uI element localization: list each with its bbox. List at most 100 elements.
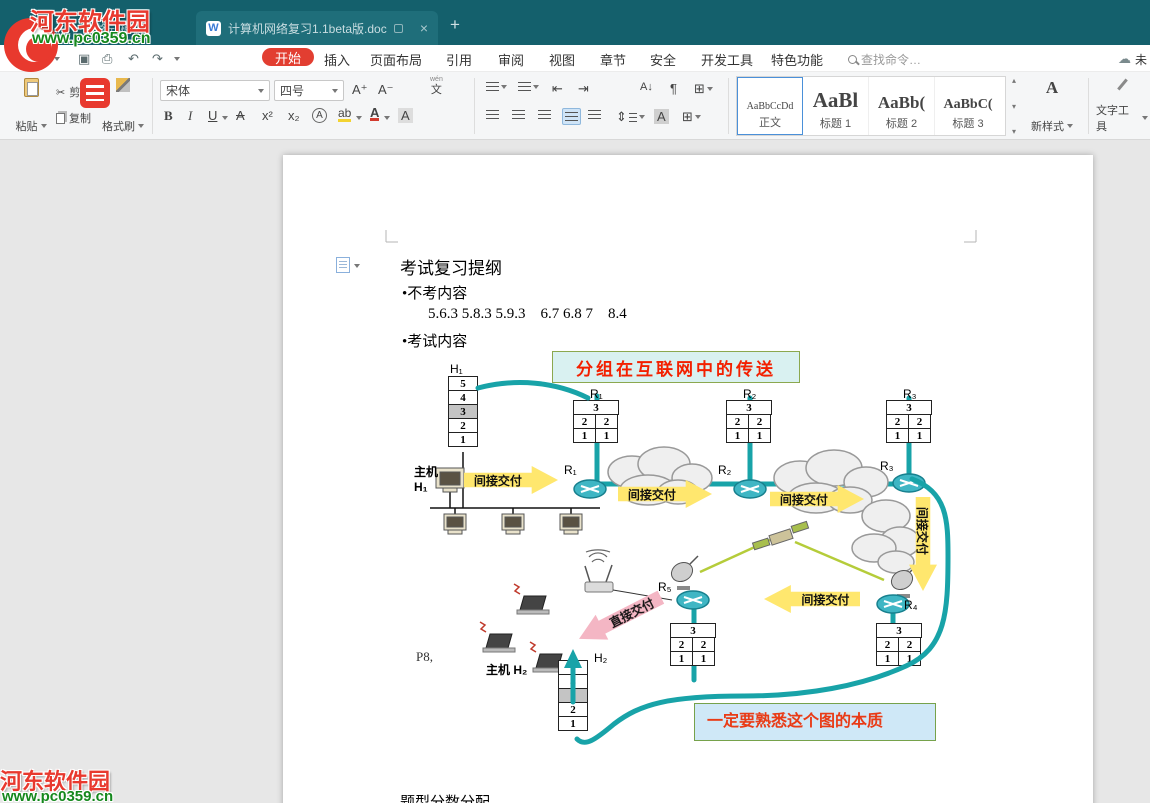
distribute-button[interactable] xyxy=(588,110,601,119)
style-normal[interactable]: AaBbCcDd 正文 xyxy=(737,77,803,135)
chevron-down-icon[interactable] xyxy=(384,116,390,120)
menu-section[interactable]: 章节 xyxy=(600,50,626,68)
numbered-list-button[interactable] xyxy=(518,82,539,91)
justify-icon xyxy=(565,112,578,121)
show-marks-button[interactable]: ¶ xyxy=(670,81,677,96)
cloud-sync-icon: ☁ xyxy=(1118,51,1131,67)
character-shading-button[interactable]: A xyxy=(398,108,413,123)
menu-security[interactable]: 安全 xyxy=(650,50,676,68)
sort-button[interactable]: A↓ xyxy=(640,81,653,93)
file-menu[interactable]: 文件 xyxy=(24,50,60,68)
enclosed-character-button[interactable]: A xyxy=(312,108,327,123)
chevron-down-icon xyxy=(138,124,144,128)
distribute-icon xyxy=(588,110,601,119)
font-color-button[interactable]: A xyxy=(370,107,379,121)
redo-icon[interactable]: ↷ xyxy=(152,51,163,67)
shrink-font-button[interactable]: A⁻ xyxy=(378,82,394,98)
label-h1: H₁ xyxy=(450,362,463,376)
tab-stops-button[interactable]: ⊞ xyxy=(694,81,713,97)
bullet-list-button[interactable] xyxy=(486,82,507,91)
style-heading3[interactable]: AaBbC( 标题 3 xyxy=(935,77,1001,135)
print-icon[interactable]: ⎙ xyxy=(102,51,112,67)
sync-status[interactable]: ☁ 未 xyxy=(1118,50,1147,68)
decrease-indent-button[interactable]: ⇤ xyxy=(552,81,563,97)
pinyin-guide-button[interactable]: wén 文 xyxy=(430,76,443,96)
copy-button[interactable]: 复制 xyxy=(56,110,91,126)
tab-document[interactable]: W 计算机网络复习1.1beta版.doc × xyxy=(196,11,438,45)
router4-stack: 3 22 11 xyxy=(877,624,923,666)
font-name-select[interactable]: 宋体 xyxy=(160,80,270,101)
paste-button[interactable]: 粘贴 xyxy=(10,78,52,134)
italic-button[interactable]: I xyxy=(188,108,192,124)
style-preview: AaBl xyxy=(813,88,859,113)
align-right-button[interactable] xyxy=(538,110,551,119)
label-h2: H₂ xyxy=(594,651,607,665)
bold-button[interactable]: B xyxy=(164,108,173,124)
menu-special-features[interactable]: 特色功能 xyxy=(771,50,823,68)
doc-exclude-line[interactable]: 5.6.3 5.8.3 5.9.3 6.7 6.8 7 8.4 xyxy=(428,306,627,323)
stack-cell: 1 xyxy=(573,428,596,443)
new-style-button[interactable]: A 新样式 xyxy=(1026,78,1078,134)
chevron-down-icon[interactable] xyxy=(356,116,362,120)
chevron-down-icon[interactable] xyxy=(354,264,360,268)
style-preview: AaBbCcDd xyxy=(747,101,794,112)
doc-bullet-line[interactable]: •考试内容 xyxy=(402,330,467,351)
doc-bullet-line[interactable]: •不考内容 xyxy=(402,282,467,303)
scroll-up-icon[interactable]: ▴ xyxy=(1012,76,1016,85)
host2-protocol-stack: 5 4 3 2 1 xyxy=(558,661,588,731)
strikethrough-button[interactable]: A xyxy=(236,108,245,123)
justify-button[interactable] xyxy=(562,108,581,125)
superscript-button[interactable]: x² xyxy=(262,108,273,123)
doc-heading[interactable]: 考试复习提纲 xyxy=(400,254,502,279)
scissors-icon: ✂ xyxy=(56,86,65,99)
find-command[interactable]: 查找命令… xyxy=(848,50,921,68)
style-heading2[interactable]: AaBb( 标题 2 xyxy=(869,77,935,135)
ribbon-toolbar: 粘贴 ✂ 剪切 复制 格式刷 宋体 四号 A⁺ A⁻ wén 文 B I U A… xyxy=(0,72,1150,140)
label-router3: R₃ xyxy=(880,459,894,473)
format-painter-button[interactable]: 格式刷 xyxy=(100,78,146,134)
chevron-down-icon[interactable] xyxy=(174,57,180,61)
tab-close-icon[interactable]: × xyxy=(420,20,428,36)
line-spacing-button[interactable]: ⇕ xyxy=(616,109,645,125)
menu-security-label: 安全 xyxy=(650,50,676,69)
align-left-button[interactable] xyxy=(486,110,499,119)
scroll-down-icon[interactable]: ▾ xyxy=(1012,102,1016,111)
sync-status-label: 未 xyxy=(1135,51,1147,68)
subscript-button[interactable]: x₂ xyxy=(288,108,300,123)
style-heading1[interactable]: AaBl 标题 1 xyxy=(803,77,869,135)
text-tool-label: 文字工具 xyxy=(1096,102,1139,134)
grow-font-button[interactable]: A⁺ xyxy=(352,82,368,98)
font-size-select[interactable]: 四号 xyxy=(274,80,344,101)
borders-button[interactable]: ⊞ xyxy=(682,109,701,125)
menu-page-layout[interactable]: 页面布局 xyxy=(370,50,422,68)
stack-cell: 2 xyxy=(876,637,899,652)
menu-view[interactable]: 视图 xyxy=(549,50,575,68)
menu-dev-tools[interactable]: 开发工具 xyxy=(701,50,753,68)
tab-home[interactable]: 格式模板 xyxy=(86,11,154,45)
cut-button[interactable]: ✂ 剪切 xyxy=(56,84,91,100)
doc-bottom-line[interactable]: 题型分数分配 xyxy=(400,791,490,803)
paragraph-handle-icon[interactable] xyxy=(336,257,350,273)
new-tab-button[interactable]: + xyxy=(450,15,460,35)
align-center-button[interactable] xyxy=(512,110,525,119)
menu-references[interactable]: 引用 xyxy=(446,50,472,68)
text-tool-button[interactable]: 文字工具 xyxy=(1096,78,1148,134)
doc-page-ref[interactable]: P8, xyxy=(416,649,433,665)
underline-button[interactable]: U xyxy=(208,108,217,123)
stack-cell: 2 xyxy=(692,637,715,652)
menu-insert[interactable]: 插入 xyxy=(324,50,350,68)
menu-dev-tools-label: 开发工具 xyxy=(701,50,753,69)
increase-indent-button[interactable]: ⇥ xyxy=(578,81,589,97)
gallery-more-icon[interactable]: ▾ xyxy=(1012,127,1016,136)
chevron-down-icon xyxy=(695,115,701,119)
paragraph-shading-button[interactable]: A xyxy=(654,109,669,124)
highlight-color-button[interactable]: ab xyxy=(338,108,351,122)
menubar: 文件 ▣ ⎙ ↶ ↷ 开始 插入 页面布局 引用 审阅 视图 章节 安全 开发工… xyxy=(0,45,1150,72)
label-router4: R₄ xyxy=(904,598,918,612)
menu-review[interactable]: 审阅 xyxy=(498,50,524,68)
save-icon[interactable]: ▣ xyxy=(78,51,90,67)
chevron-down-icon[interactable] xyxy=(222,116,228,120)
menu-home[interactable]: 开始 xyxy=(262,48,314,66)
document-page[interactable] xyxy=(283,155,1093,803)
undo-icon[interactable]: ↶ xyxy=(128,51,139,67)
